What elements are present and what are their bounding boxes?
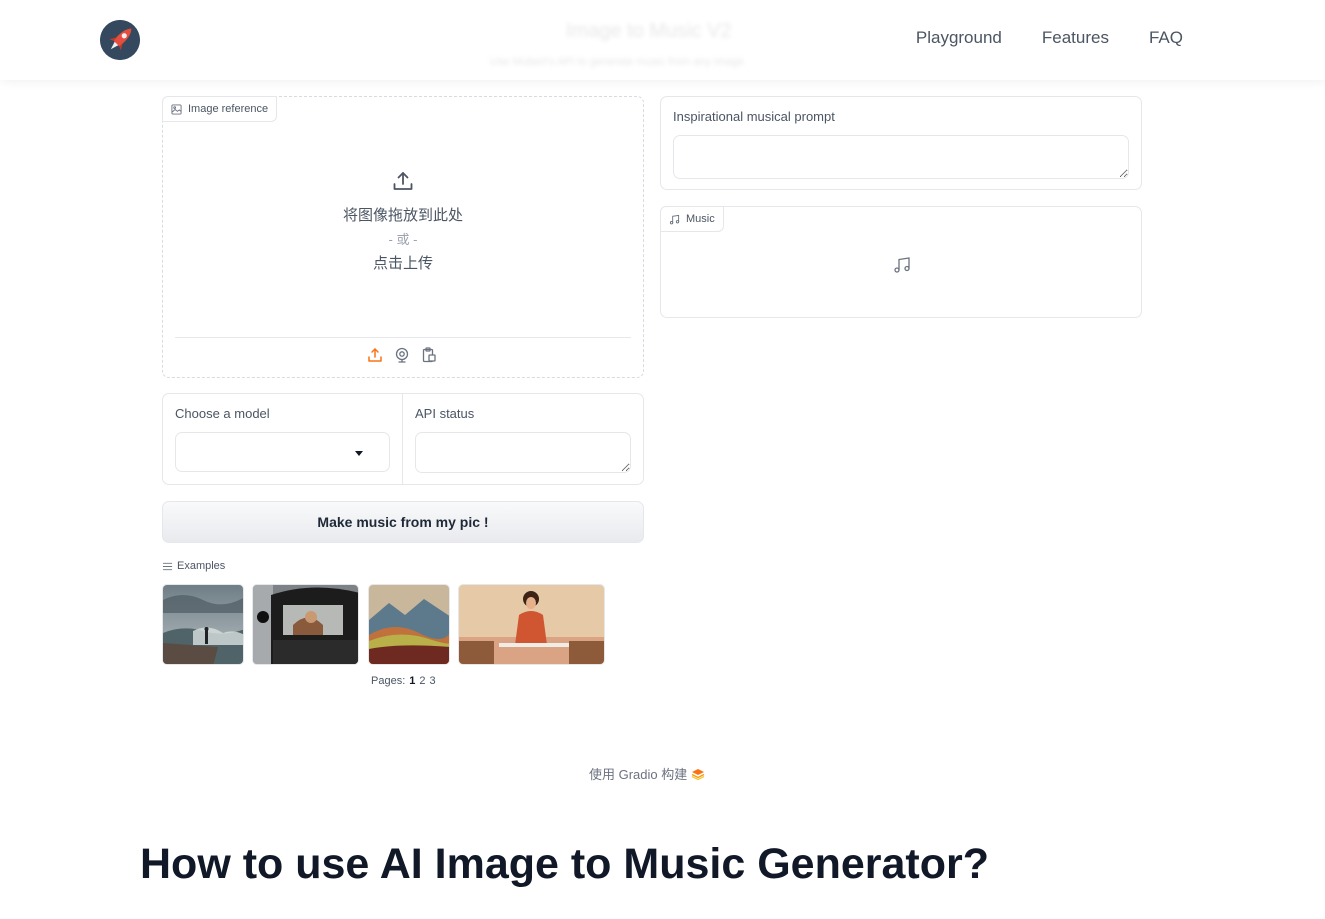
prompt-textarea[interactable] [673, 135, 1129, 179]
model-select-group: Choose a model [163, 394, 403, 484]
api-status-label: API status [415, 406, 475, 421]
image-upload-panel[interactable]: Image reference 将图像拖放到此处 - 或 - 点击上传 [162, 96, 644, 378]
image-reference-label: Image reference [188, 103, 269, 115]
app-subtitle-faded: Use Mubert's API to generate music from … [490, 56, 744, 68]
example-thumbnail[interactable] [252, 584, 359, 665]
dropzone[interactable]: 将图像拖放到此处 - 或 - 点击上传 [163, 169, 643, 273]
example-thumbnail[interactable] [458, 584, 605, 665]
gradio-footer[interactable]: 使用 Gradio 构建 [589, 764, 705, 783]
site-header: Image to Music V2 Use Mubert's API to ge… [0, 0, 1325, 80]
upload-source-icon[interactable] [367, 347, 385, 365]
top-nav: Playground Features FAQ [916, 28, 1183, 48]
nav-faq[interactable]: FAQ [1149, 28, 1183, 48]
prompt-panel: Inspirational musical prompt [660, 96, 1142, 190]
prompt-label: Inspirational musical prompt [673, 109, 835, 124]
image-icon [171, 103, 182, 115]
music-note-small-icon [669, 214, 680, 225]
music-tag: Music [660, 206, 724, 232]
page-2-link[interactable]: 2 [419, 675, 425, 687]
divider [175, 337, 631, 338]
webcam-source-icon[interactable] [394, 347, 412, 365]
click-upload-text: 点击上传 [372, 255, 433, 272]
model-select-label: Choose a model [175, 406, 270, 421]
page-3-link[interactable]: 3 [430, 675, 436, 687]
examples-header: Examples [162, 560, 225, 572]
example-thumbnail[interactable] [368, 584, 450, 665]
settings-row: Choose a model API status [162, 393, 644, 485]
nav-playground[interactable]: Playground [916, 28, 1002, 48]
pages-label: Pages: [371, 675, 406, 687]
list-icon [162, 561, 173, 572]
page-1-link[interactable]: 1 [409, 675, 415, 687]
examples-label: Examples [177, 560, 226, 572]
image-reference-tag: Image reference [162, 96, 278, 122]
music-output-panel: Music [660, 206, 1142, 318]
built-with-gradio-text: 使用 Gradio 构建 [589, 767, 688, 782]
section-heading: How to use AI Image to Music Generator? [140, 840, 989, 888]
music-note-icon [893, 256, 911, 279]
api-status-textarea[interactable] [415, 432, 631, 473]
or-divider-text: - 或 - [388, 232, 418, 247]
music-label: Music [686, 213, 715, 225]
nav-features[interactable]: Features [1042, 28, 1109, 48]
upload-arrow-icon [391, 169, 415, 198]
make-music-button[interactable]: Make music from my pic ! [162, 501, 644, 543]
examples-pagination: Pages: 1 2 3 [371, 675, 436, 687]
rocket-logo-icon[interactable] [100, 20, 140, 60]
clipboard-source-icon[interactable] [421, 347, 439, 365]
section-intro-cutoff [140, 908, 290, 919]
app-title-faded: Image to Music V2 [566, 20, 732, 42]
gradio-logo-icon [691, 768, 705, 780]
drop-instruction: 将图像拖放到此处 [342, 207, 463, 224]
example-thumbnail[interactable] [162, 584, 244, 665]
source-selector [163, 347, 643, 365]
caret-down-icon [355, 451, 363, 456]
model-dropdown[interactable] [175, 432, 390, 472]
